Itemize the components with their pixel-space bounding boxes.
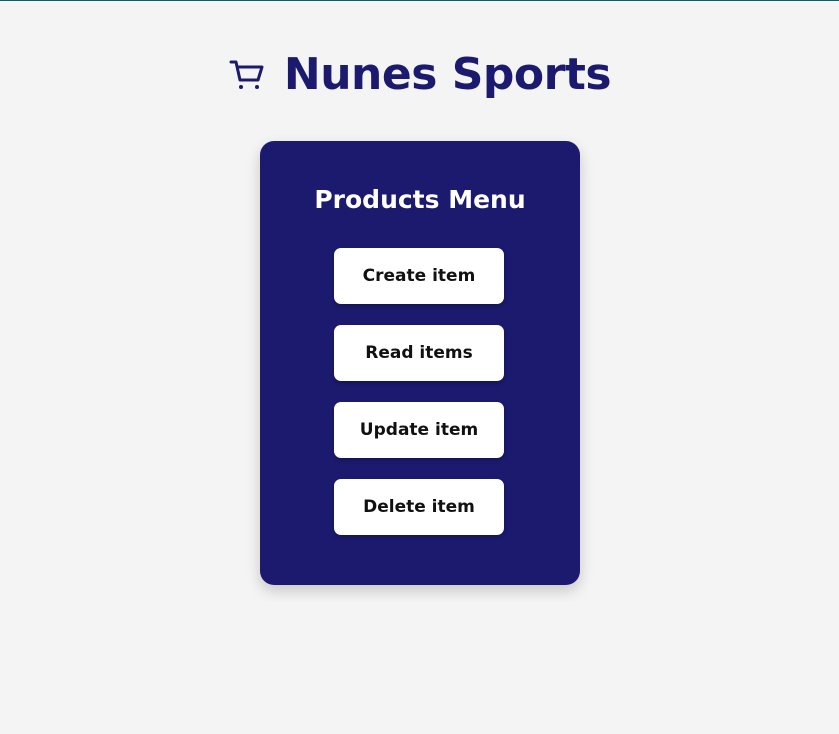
products-menu-card: Products Menu Create item Read items Upd…	[260, 141, 580, 585]
shopping-cart-icon	[228, 56, 266, 94]
brand-title: Nunes Sports	[283, 49, 612, 100]
create-item-button[interactable]: Create item	[334, 248, 504, 304]
delete-item-button[interactable]: Delete item	[334, 479, 504, 535]
menu-title: Products Menu	[314, 185, 526, 214]
read-items-button[interactable]: Read items	[334, 325, 504, 381]
update-item-button[interactable]: Update item	[334, 402, 504, 458]
header: Nunes Sports	[0, 45, 839, 105]
